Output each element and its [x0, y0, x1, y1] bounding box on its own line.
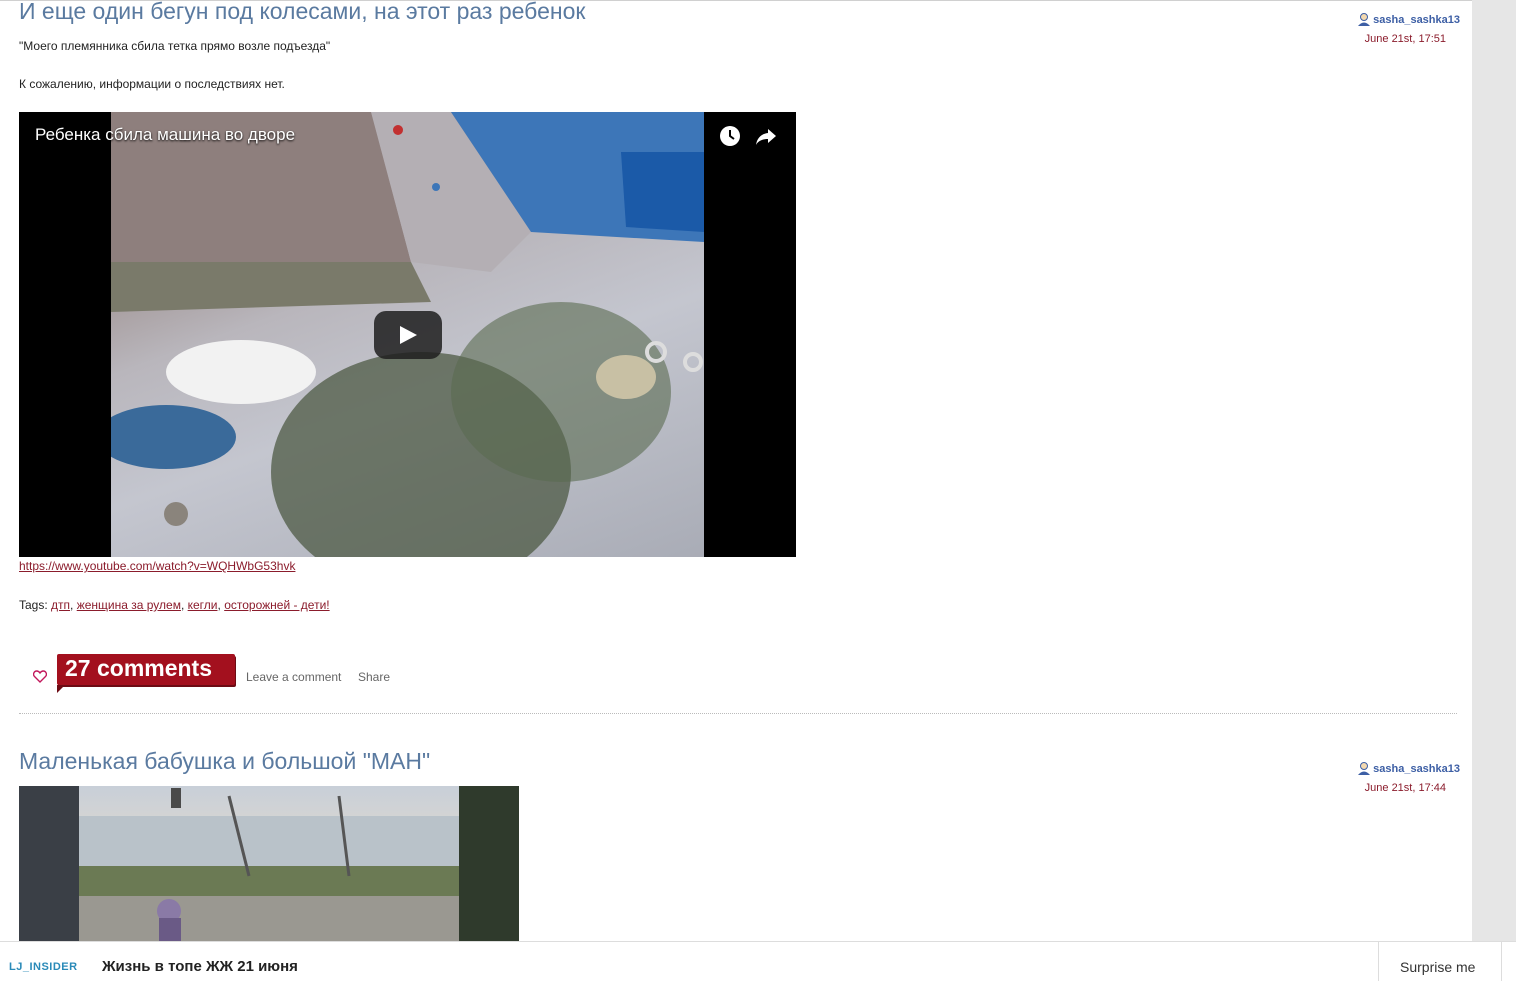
video-link[interactable]: https://www.youtube.com/watch?v=WQHWbG53…	[19, 559, 295, 573]
post-title[interactable]: И еще один бегун под колесами, на этот р…	[19, 1, 585, 25]
post-meta: sasha_sashka13 June 21st, 17:44	[1340, 761, 1460, 794]
watch-later-icon[interactable]	[719, 125, 741, 147]
journal-content: И еще один бегун под колесами, на этот р…	[0, 0, 1472, 941]
insider-headline[interactable]: Жизнь в топе ЖЖ 21 июня	[102, 958, 298, 975]
share-icon[interactable]	[755, 125, 777, 147]
post-divider	[19, 713, 1457, 714]
post-image[interactable]	[19, 786, 519, 941]
surprise-me-button[interactable]: Surprise me	[1378, 942, 1502, 981]
heart-icon[interactable]	[33, 670, 47, 683]
play-button[interactable]	[374, 311, 442, 359]
street-photo	[19, 786, 519, 941]
video-title[interactable]: Ребенка сбила машина во дворе	[35, 125, 295, 145]
play-icon	[400, 326, 417, 344]
page: И еще один бегун под колесами, на этот р…	[0, 0, 1516, 981]
post-date[interactable]: June 21st, 17:51	[1340, 33, 1460, 45]
tag-link[interactable]: женщина за рулем	[77, 598, 181, 612]
post-meta: sasha_sashka13 June 21st, 17:51	[1340, 12, 1460, 45]
author-name[interactable]: sasha_sashka13	[1373, 763, 1460, 775]
lj-insider-link[interactable]: LJ_INSIDER	[9, 961, 78, 973]
post-title[interactable]: Маленькая бабушка и большой "МАН"	[19, 748, 430, 775]
post-footer: 27 comments Leave a comment Share	[19, 653, 619, 693]
author-link[interactable]: sasha_sashka13	[1340, 12, 1460, 27]
post-body: К сожалению, информации о последствиях н…	[19, 77, 285, 91]
video-player[interactable]: Ребенка сбила машина во дворе	[19, 112, 796, 557]
author-link[interactable]: sasha_sashka13	[1340, 761, 1460, 776]
post-date[interactable]: June 21st, 17:44	[1340, 782, 1460, 794]
tags-line: Tags: дтп, женщина за рулем, кегли, осто…	[19, 598, 330, 612]
user-icon	[1358, 762, 1371, 775]
tag-link[interactable]: осторожней - дети!	[224, 598, 329, 612]
leave-comment-link[interactable]: Leave a comment	[246, 670, 341, 684]
author-name[interactable]: sasha_sashka13	[1373, 14, 1460, 26]
lj-insider-bar: LJ_INSIDER Жизнь в топе ЖЖ 21 июня Surpr…	[0, 941, 1516, 981]
tags-label: Tags:	[19, 598, 48, 612]
comments-count-button[interactable]: 27 comments	[57, 654, 235, 693]
scroll-gutter	[1472, 0, 1516, 941]
user-icon	[1358, 13, 1371, 26]
share-link[interactable]: Share	[358, 670, 390, 684]
tag-link[interactable]: дтп	[51, 598, 70, 612]
post-quote: "Моего племянника сбила тетка прямо возл…	[19, 39, 331, 53]
tag-link[interactable]: кегли	[188, 598, 218, 612]
